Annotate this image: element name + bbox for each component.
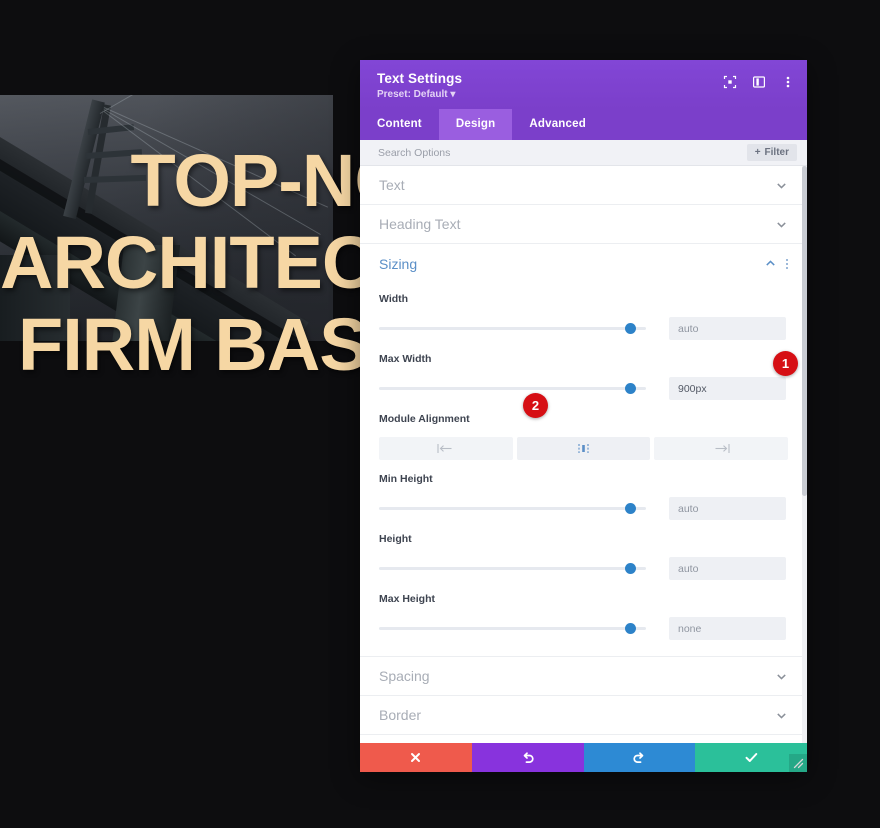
undo-icon — [523, 751, 534, 763]
field-min-height-label: Min Height — [379, 473, 433, 485]
field-width: Width auto — [379, 293, 788, 340]
field-height: Height auto — [379, 533, 788, 580]
max-width-value-field[interactable]: 900px — [669, 377, 786, 400]
modal-tab-bar: Content Design Advanced — [360, 109, 807, 140]
modal-preset-selector[interactable]: Preset: Default ▾ — [377, 89, 791, 100]
slider-track — [379, 327, 646, 330]
slider-knob[interactable] — [625, 623, 636, 634]
plus-icon: + — [754, 147, 761, 158]
x-icon — [411, 753, 421, 762]
slider-knob[interactable] — [625, 503, 636, 514]
annotation-badge-1: 1 — [773, 351, 798, 376]
slider-track — [379, 627, 646, 630]
chevron-up-icon[interactable] — [764, 257, 777, 270]
redo-icon — [633, 751, 644, 763]
section-heading-text-label: Heading Text — [379, 216, 461, 232]
section-options-kebab-icon[interactable] — [786, 258, 788, 269]
slider-track — [379, 567, 646, 570]
section-heading-text-controls — [775, 218, 788, 231]
field-max-width-control: 900px — [379, 377, 788, 400]
field-min-height: Min Height auto — [379, 473, 788, 520]
section-sizing-label: Sizing — [379, 255, 418, 272]
width-slider[interactable] — [379, 322, 646, 336]
section-spacing-label: Spacing — [379, 668, 430, 684]
align-right-button[interactable] — [654, 437, 789, 460]
slider-knob[interactable] — [625, 563, 636, 574]
layout-columns-icon[interactable] — [751, 74, 766, 89]
section-heading-text[interactable]: Heading Text — [360, 205, 807, 244]
align-left-button[interactable] — [379, 437, 513, 460]
slider-knob[interactable] — [625, 383, 636, 394]
field-max-height: Max Height none — [379, 593, 788, 640]
filter-button[interactable]: + Filter — [746, 144, 797, 161]
screenshot-root: TOP-NOTCH ARCHITECTURE FIRM BASED IN NYC… — [0, 0, 880, 828]
section-border[interactable]: Border — [360, 696, 807, 735]
text-settings-modal: Text Settings Preset: Default ▾ Content … — [360, 60, 807, 772]
section-border-controls — [775, 709, 788, 722]
chevron-down-icon[interactable] — [775, 709, 788, 722]
slider-knob[interactable] — [625, 323, 636, 334]
search-input[interactable] — [378, 146, 747, 159]
undo-button[interactable] — [471, 743, 584, 772]
chevron-down-icon[interactable] — [775, 670, 788, 683]
align-center-button[interactable] — [516, 437, 651, 460]
tab-content[interactable]: Content — [360, 109, 439, 140]
min-height-value-field[interactable]: auto — [669, 497, 786, 520]
module-alignment-group — [379, 437, 789, 460]
max-height-slider[interactable] — [379, 622, 646, 636]
field-height-control: auto — [379, 557, 788, 580]
min-height-slider[interactable] — [379, 502, 646, 516]
cancel-button[interactable] — [360, 743, 472, 772]
section-sizing-controls — [764, 257, 788, 270]
section-text[interactable]: Text — [360, 166, 807, 205]
section-spacing-controls — [775, 670, 788, 683]
modal-action-bar — [360, 743, 807, 772]
field-min-height-control: auto — [379, 497, 788, 520]
chevron-down-icon[interactable] — [775, 218, 788, 231]
max-height-value-field[interactable]: none — [669, 617, 786, 640]
section-spacing[interactable]: Spacing — [360, 657, 807, 696]
annotation-badge-2: 2 — [523, 393, 548, 418]
modal-body: Text Heading Text Sizing Width auto Max … — [360, 166, 807, 743]
height-slider[interactable] — [379, 562, 646, 576]
filter-button-label: Filter — [764, 147, 789, 158]
field-max-width: Max Width 900px — [379, 353, 788, 400]
modal-scrollbar-thumb[interactable] — [802, 166, 807, 496]
section-border-label: Border — [379, 707, 422, 723]
resize-grip-icon — [793, 758, 803, 768]
field-width-label: Width — [379, 293, 409, 305]
modal-scrollbar-track[interactable] — [802, 166, 807, 743]
sizing-section-body: Width auto Max Width 900px Module Alignm… — [360, 283, 807, 657]
section-text-controls — [775, 179, 788, 192]
field-max-height-label: Max Height — [379, 593, 436, 605]
redo-button[interactable] — [583, 743, 696, 772]
field-max-width-label: Max Width — [379, 353, 432, 365]
field-width-control: auto — [379, 317, 788, 340]
section-sizing[interactable]: Sizing — [360, 244, 807, 283]
height-value-field[interactable]: auto — [669, 557, 786, 580]
kebab-menu-icon[interactable] — [780, 74, 795, 89]
field-max-height-control: none — [379, 617, 788, 640]
slider-track — [379, 507, 646, 510]
field-module-alignment: Module Alignment — [379, 413, 789, 460]
focus-icon[interactable] — [722, 74, 737, 89]
modal-header-icon-group — [722, 74, 795, 89]
slider-track — [379, 387, 646, 390]
field-module-alignment-label: Module Alignment — [379, 413, 470, 425]
section-box-shadow[interactable]: Box Shadow — [360, 735, 807, 743]
chevron-down-icon[interactable] — [775, 179, 788, 192]
tab-design[interactable]: Design — [438, 109, 513, 140]
search-row: + Filter — [360, 140, 807, 166]
tab-advanced[interactable]: Advanced — [512, 109, 603, 140]
resize-handle[interactable] — [789, 754, 807, 772]
width-value-field[interactable]: auto — [669, 317, 786, 340]
field-height-label: Height — [379, 533, 412, 545]
section-text-label: Text — [379, 177, 405, 193]
check-icon — [745, 753, 757, 762]
modal-header: Text Settings Preset: Default ▾ — [360, 60, 807, 109]
max-width-slider[interactable] — [379, 382, 646, 396]
